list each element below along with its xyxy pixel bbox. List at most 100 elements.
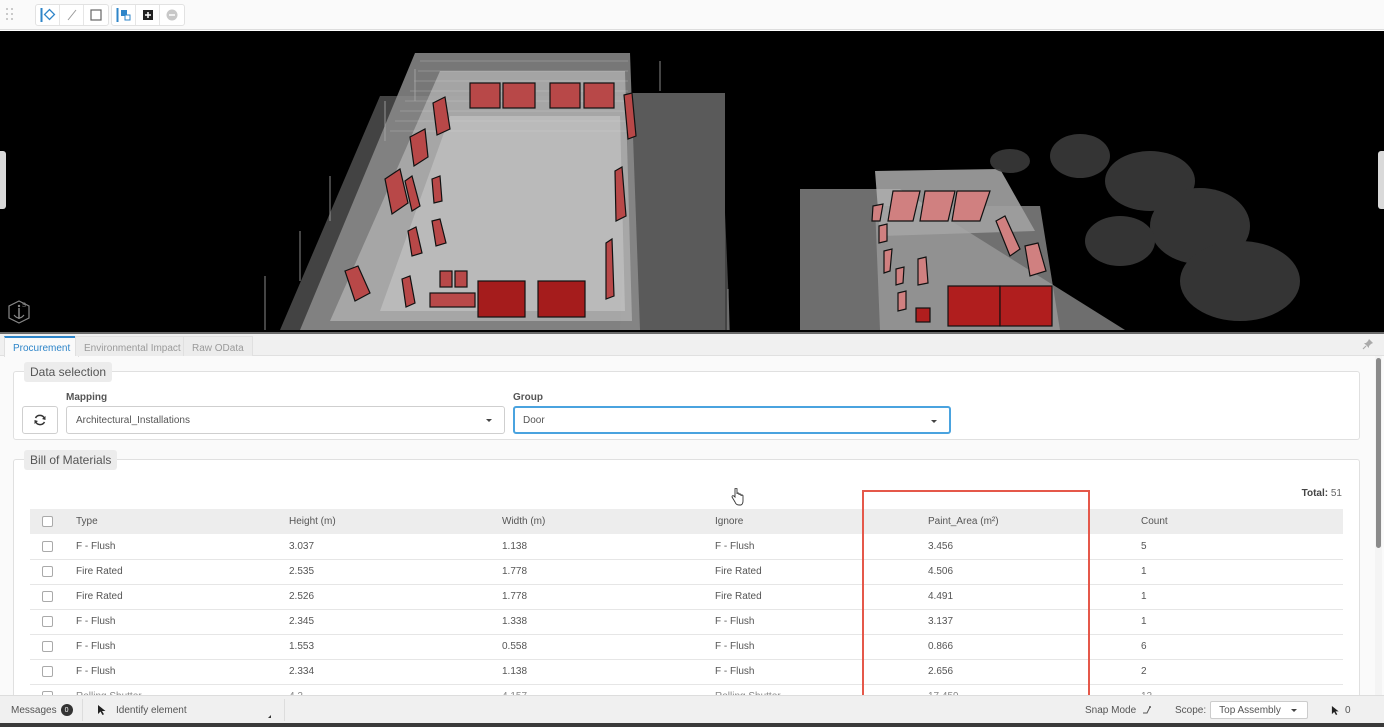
row-checkbox[interactable] — [42, 640, 53, 652]
bill-of-materials-legend: Bill of Materials — [24, 450, 118, 470]
row-checkbox[interactable] — [42, 540, 53, 552]
status-bar: Messages 0 Identify element Snap Mode Sc… — [0, 695, 1384, 723]
cell-count: 5 — [1141, 534, 1343, 560]
cell-width: 1.778 — [502, 584, 715, 610]
point-select-button[interactable] — [36, 5, 60, 25]
table-row[interactable]: Fire Rated 2.535 1.778 Fire Rated 4.506 1 — [30, 559, 1343, 585]
cell-ignore: Fire Rated — [715, 584, 928, 610]
cell-ignore: F - Flush — [715, 534, 928, 560]
refresh-icon — [34, 414, 46, 426]
cell-type: Fire Rated — [76, 559, 289, 585]
cell-type: Fire Rated — [76, 584, 289, 610]
info-anchor-icon[interactable]: S — [7, 299, 31, 325]
cell-paint-area: 3.137 — [928, 609, 1141, 635]
group-select[interactable]: Door — [513, 406, 951, 434]
select-objects-icon — [116, 8, 130, 22]
window-bottom-edge — [0, 723, 1384, 727]
svg-text:S: S — [22, 303, 26, 309]
rectangle-tool-button[interactable] — [84, 5, 108, 25]
cell-count: 1 — [1141, 609, 1343, 635]
chevron-down-icon — [486, 419, 492, 422]
add-button[interactable] — [136, 5, 160, 25]
cell-paint-area: 2.656 — [928, 659, 1141, 685]
row-checkbox[interactable] — [42, 565, 53, 577]
mapping-select[interactable]: Architectural_Installations — [66, 406, 505, 434]
cell-paint-area: 0.866 — [928, 634, 1141, 660]
cell-height: 2.535 — [289, 559, 502, 585]
row-checkbox-cell — [30, 559, 76, 585]
cell-height: 2.526 — [289, 584, 502, 610]
add-icon — [142, 10, 153, 20]
cell-count: 1 — [1141, 584, 1343, 610]
selection-count-value: 0 — [1345, 704, 1351, 716]
panel-scrollbar[interactable] — [1375, 356, 1382, 696]
right-panel-handle[interactable] — [1378, 151, 1384, 209]
snap-mode-label: Snap Mode — [1085, 704, 1137, 716]
tab-procurement[interactable]: Procurement — [4, 336, 80, 357]
mapping-value: Architectural_Installations — [76, 415, 190, 426]
remove-icon — [166, 9, 178, 21]
messages-button[interactable]: Messages 0 — [11, 696, 73, 724]
drag-handle-icon[interactable] — [6, 8, 16, 22]
total-label: Total: — [1301, 488, 1329, 499]
mapping-label: Mapping — [66, 392, 108, 403]
table-row[interactable]: F - Flush 3.037 1.138 F - Flush 3.456 5 — [30, 534, 1343, 560]
remove-button[interactable] — [160, 5, 184, 25]
cell-type: F - Flush — [76, 609, 289, 635]
cell-count: 2 — [1141, 659, 1343, 685]
pin-icon[interactable] — [1362, 338, 1374, 350]
left-panel-handle[interactable] — [0, 151, 6, 209]
scrollbar-thumb[interactable] — [1376, 358, 1381, 548]
cell-height: 3.037 — [289, 534, 502, 560]
cell-width: 1.338 — [502, 609, 715, 635]
refresh-button[interactable] — [22, 406, 58, 434]
pointer-icon — [98, 705, 106, 715]
column-header-count[interactable]: Count — [1141, 509, 1343, 534]
group-value: Door — [523, 415, 545, 426]
3d-viewport[interactable]: S — [0, 31, 1384, 332]
identify-element-button[interactable]: Identify element — [97, 696, 187, 724]
snap-icon — [1143, 706, 1152, 714]
table-row[interactable]: F - Flush 2.345 1.338 F - Flush 3.137 1 — [30, 609, 1343, 635]
hand-cursor-icon — [731, 488, 744, 506]
table-row[interactable]: F - Flush 1.553 0.558 F - Flush 0.866 6 — [30, 634, 1343, 660]
cell-width: 0.558 — [502, 634, 715, 660]
building-model[interactable] — [0, 31, 1384, 332]
row-checkbox-cell — [30, 584, 76, 610]
column-header-height[interactable]: Height (m) — [289, 509, 502, 534]
row-checkbox[interactable] — [42, 615, 53, 627]
row-checkbox[interactable] — [42, 665, 53, 677]
cell-paint-area: 4.491 — [928, 584, 1141, 610]
cell-height: 2.334 — [289, 659, 502, 685]
pointer-icon — [1331, 705, 1339, 715]
group-label: Group — [513, 392, 543, 403]
table-row[interactable]: Fire Rated 2.526 1.778 Fire Rated 4.491 1 — [30, 584, 1343, 610]
select-all-checkbox[interactable] — [42, 515, 53, 527]
cell-height: 1.553 — [289, 634, 502, 660]
line-tool-icon — [67, 9, 76, 21]
line-tool-button[interactable] — [60, 5, 84, 25]
column-header-paint-area[interactable]: Paint_Area (m²) — [928, 509, 1141, 534]
cell-paint-area: 4.506 — [928, 559, 1141, 585]
table-row[interactable]: F - Flush 2.334 1.138 F - Flush 2.656 2 — [30, 659, 1343, 685]
row-checkbox[interactable] — [42, 590, 53, 602]
select-objects-button[interactable] — [112, 5, 136, 25]
cell-count: 6 — [1141, 634, 1343, 660]
snap-mode-toggle[interactable]: Snap Mode — [1085, 696, 1152, 724]
scope-label: Scope: — [1175, 704, 1207, 716]
bom-table: Type Height (m) Width (m) Ignore Paint_A… — [30, 509, 1343, 710]
row-checkbox-cell — [30, 634, 76, 660]
cell-ignore: Fire Rated — [715, 559, 928, 585]
table-header-row: Type Height (m) Width (m) Ignore Paint_A… — [30, 509, 1343, 534]
column-header-type[interactable]: Type — [76, 509, 289, 534]
column-header-ignore[interactable]: Ignore — [715, 509, 928, 534]
resize-grip-icon[interactable] — [268, 715, 271, 718]
cell-ignore: F - Flush — [715, 659, 928, 685]
chevron-down-icon — [931, 420, 937, 423]
column-header-width[interactable]: Width (m) — [502, 509, 715, 534]
chevron-down-icon — [1291, 709, 1298, 712]
tab-raw-odata[interactable]: Raw OData — [183, 336, 253, 356]
rectangle-tool-icon — [90, 9, 102, 21]
scope-select[interactable]: Top Assembly — [1210, 701, 1309, 719]
tab-environmental-impact[interactable]: Environmental Impact — [75, 336, 190, 356]
